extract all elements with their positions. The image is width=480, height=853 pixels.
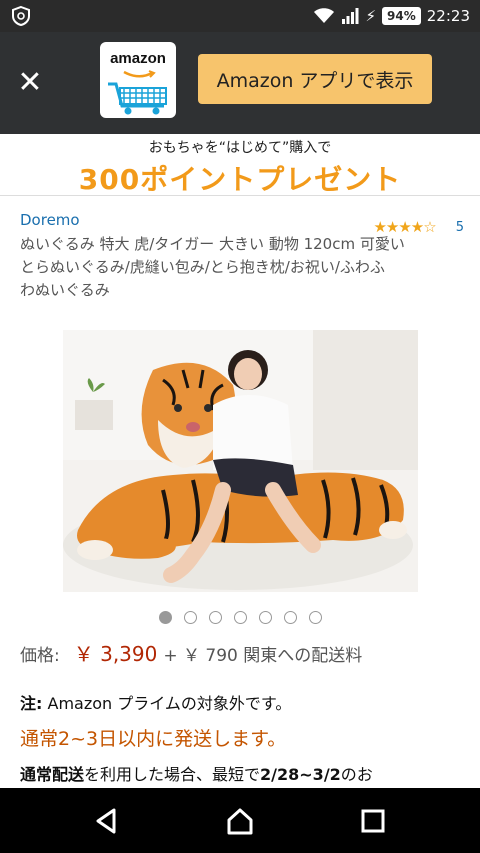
promo-subtitle: おもちゃを“はじめて”購入で	[148, 140, 332, 156]
security-shield-icon	[12, 5, 30, 27]
image-carousel-indicator	[0, 611, 480, 624]
wifi-icon	[314, 8, 335, 23]
standard-shipping-label: 通常配送	[20, 765, 85, 784]
status-bar: ⚡ 94% 22:23	[0, 0, 480, 32]
product-header: Doremo ★★★★☆ 5 ぬいぐるみ 特大 虎/タイガー 大きい 動物 12…	[20, 210, 464, 302]
price-label: 価格:	[20, 646, 60, 666]
home-icon[interactable]	[225, 806, 255, 836]
product-image[interactable]	[63, 330, 418, 592]
system-navigation-bar	[0, 788, 480, 853]
clock: 22:23	[426, 7, 470, 25]
brand-link[interactable]: Doremo	[20, 211, 80, 229]
shipping-info: 注: Amazon プライムの対象外です。 通常2~3日以内に発送します。 通常…	[20, 690, 470, 785]
carousel-dot[interactable]	[258, 611, 272, 624]
recent-apps-icon[interactable]	[358, 806, 388, 836]
carousel-dot[interactable]	[208, 611, 222, 624]
carousel-dot[interactable]	[283, 611, 297, 624]
product-title-line: ぬいぐるみ 特大 虎/タイガー 大きい 動物 120cm 可愛い	[20, 235, 405, 253]
product-title: ぬいぐるみ 特大 虎/タイガー 大きい 動物 120cm 可愛い とらぬいぐるみ…	[20, 233, 464, 302]
prime-notice-text: Amazon プライムの対象外です。	[42, 694, 292, 713]
shopping-cart-icon	[108, 82, 167, 115]
standard-shipping-note: 通常配送を利用した場合、最短で2/28~3/2のお	[20, 761, 470, 785]
app-install-banner: ✕ amazon Amazon アプリで表示	[0, 32, 480, 134]
product-rating[interactable]: ★★★★☆ 5	[373, 218, 464, 236]
dispatch-estimate: 通常2~3日以内に発送します。	[20, 728, 287, 750]
standard-shipping-tail: のお	[340, 765, 373, 784]
product-title-line: とらぬいぐるみ/虎縫い包み/とら抱き枕/お祝い/ふわふ	[20, 258, 385, 276]
open-in-app-button[interactable]: Amazon アプリで表示	[198, 54, 432, 104]
carousel-dot[interactable]	[158, 611, 172, 624]
charging-icon: ⚡	[365, 7, 377, 25]
product-title-line: わぬいぐるみ	[20, 281, 110, 299]
amazon-logo-text: amazon	[110, 50, 166, 67]
price-row: 価格: ￥ 3,390 + ￥ 790 関東への配送料	[20, 638, 362, 667]
carousel-dot[interactable]	[308, 611, 322, 624]
shipping-fee: + ￥ 790 関東への配送料	[163, 646, 363, 666]
amazon-smile-icon	[123, 70, 156, 78]
prime-notice: 注: Amazon プライムの対象外です。	[20, 690, 470, 714]
standard-shipping-text: を利用した場合、最短で	[84, 765, 261, 784]
review-count: 5	[455, 219, 464, 235]
carousel-dot[interactable]	[183, 611, 197, 624]
price-value: ￥ 3,390	[73, 642, 158, 666]
close-icon[interactable]: ✕	[16, 68, 44, 98]
prime-notice-prefix: 注:	[20, 694, 43, 713]
promo-banner[interactable]: おもちゃを“はじめて”購入で 300ポイントプレゼント	[0, 134, 480, 196]
signal-icon	[342, 8, 359, 24]
amazon-app-icon[interactable]: amazon	[100, 42, 176, 118]
promo-title: 300ポイントプレゼント	[78, 163, 402, 196]
star-rating-icon: ★★★★☆	[373, 218, 436, 236]
battery-indicator: 94%	[382, 7, 421, 25]
carousel-dot[interactable]	[233, 611, 247, 624]
back-icon[interactable]	[92, 806, 122, 836]
delivery-dates: 2/28~3/2	[260, 765, 341, 784]
